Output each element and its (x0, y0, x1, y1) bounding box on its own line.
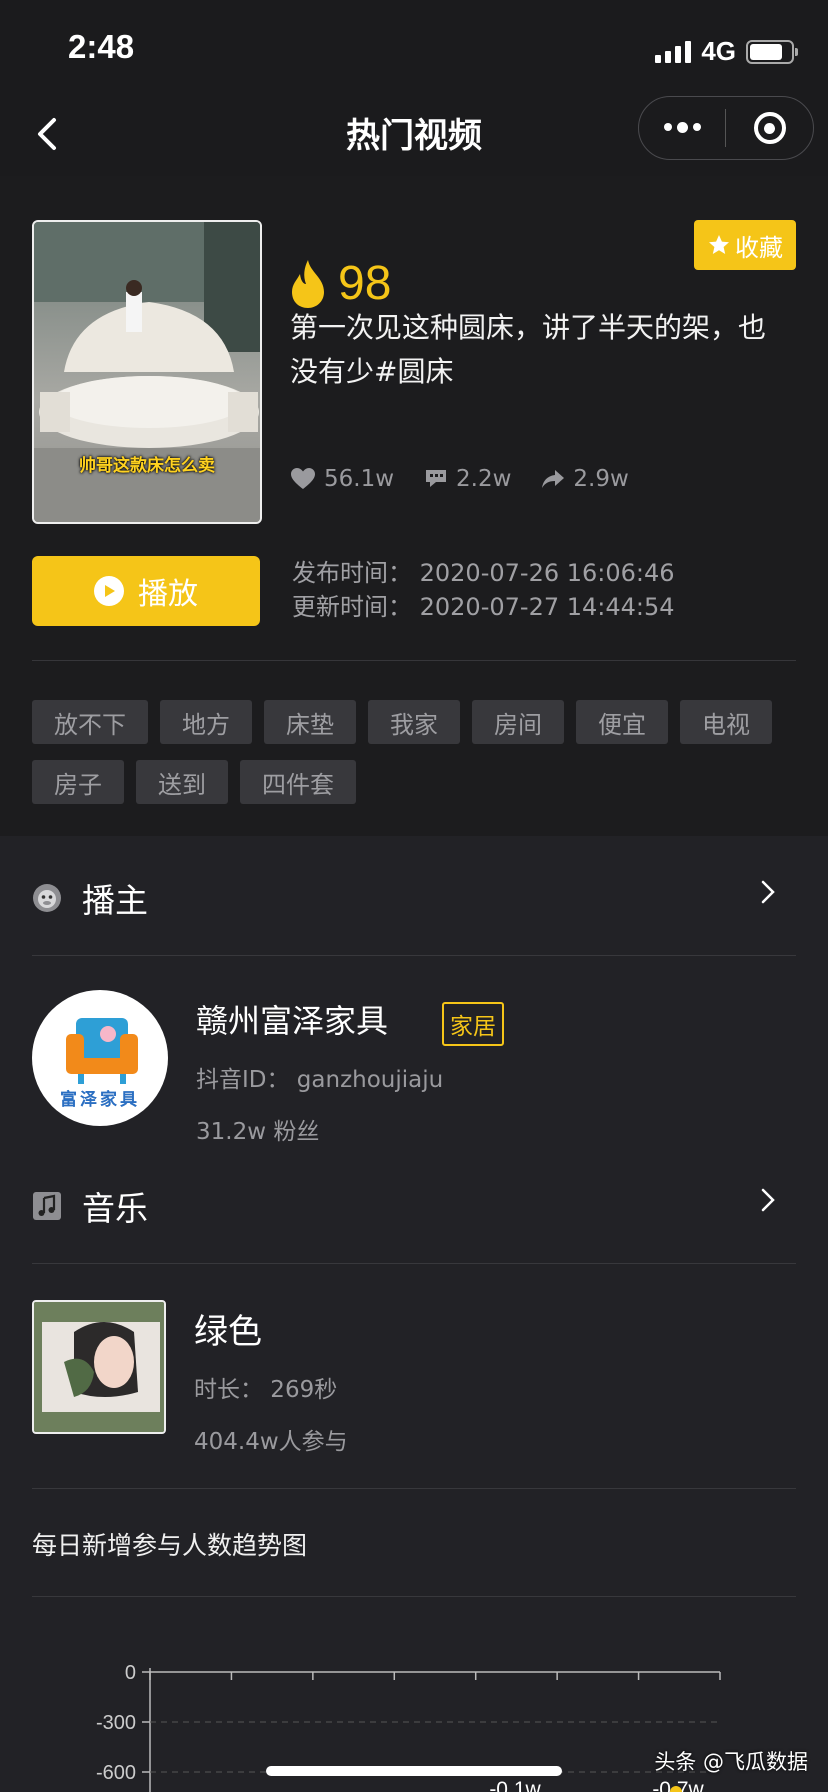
music-note-icon (33, 1192, 61, 1220)
author-douyin-id: 抖音ID： ganzhoujiaju (196, 1067, 444, 1093)
comments-stat: 2.2w (424, 466, 511, 492)
comments-count: 2.2w (456, 466, 512, 492)
chevron-right-icon (761, 1188, 775, 1212)
y-tick-label: -300 (96, 1712, 136, 1734)
update-time: 更新时间： 2020-07-27 14:44:54 (292, 593, 675, 621)
tag-item[interactable]: 房间 (472, 700, 564, 744)
bed-illustration (34, 222, 260, 522)
music-cover-art (34, 1302, 164, 1432)
logo-text: 富泽家具 (60, 1090, 140, 1110)
more-icon[interactable] (639, 122, 725, 133)
status-indicators: 4G (655, 36, 798, 67)
tag-item[interactable]: 地方 (160, 700, 252, 744)
tag-item[interactable]: 放不下 (32, 700, 148, 744)
share-icon (542, 470, 565, 488)
music-section-title: 音乐 (82, 1189, 148, 1228)
divider (32, 955, 796, 956)
divider (32, 1596, 796, 1597)
video-thumbnail[interactable]: 帅哥这款床怎么卖 (32, 220, 262, 524)
divider (32, 1488, 796, 1489)
play-button[interactable]: 播放 (32, 556, 260, 626)
comment-icon (426, 470, 447, 487)
thumbnail-caption: 帅哥这款床怎么卖 (79, 456, 215, 476)
music-cover[interactable] (32, 1300, 166, 1434)
signal-icon (655, 40, 692, 63)
video-description: 第一次见这种圆床，讲了半天的架，也没有少#圆床 (290, 311, 767, 388)
tag-item[interactable]: 房子 (32, 760, 124, 804)
music-participants: 404.4w人参与 (194, 1429, 348, 1455)
publish-time: 发布时间： 2020-07-26 16:06:46 (292, 559, 675, 587)
chevron-right-icon (761, 880, 775, 904)
data-label: -0.1w (489, 1778, 541, 1792)
favorite-button[interactable]: 收藏 (694, 220, 796, 270)
battery-icon (746, 39, 798, 64)
y-tick-label: 0 (125, 1662, 136, 1684)
favorite-label: 收藏 (735, 233, 783, 262)
video-stats: 56.1w 2.2w 2.9w (290, 466, 629, 492)
watermark: 头条 @飞瓜数据 (654, 1750, 808, 1774)
tag-item[interactable]: 送到 (136, 760, 228, 804)
category-badge: 家居 (442, 1002, 504, 1046)
star-icon (709, 235, 729, 254)
tag-item[interactable]: 我家 (368, 700, 460, 744)
y-tick-label: -600 (96, 1762, 136, 1784)
music-section-header[interactable]: 音乐 (32, 1166, 796, 1246)
network-type: 4G (701, 36, 736, 66)
target-icon (753, 112, 786, 144)
heat-value: 98 (338, 257, 392, 310)
status-bar: 2:48 4G (0, 0, 828, 90)
likes-count: 56.1w (324, 466, 395, 492)
author-fans: 31.2w 粉丝 (196, 1119, 320, 1145)
tag-list: 放不下 地方 床垫 我家 房间 便宜 电视 房子 送到 四件套 (32, 700, 796, 804)
play-icon (94, 576, 124, 606)
video-card: 帅哥这款床怎么卖 收藏 98 第一次见这种圆床，讲了半天的架，也没有少#圆床 5… (0, 176, 828, 836)
author-avatar[interactable]: 富泽家具 (32, 990, 168, 1126)
nav-bar: 热门视频 (0, 90, 828, 176)
mini-program-capsule (638, 96, 814, 160)
author-section-header[interactable]: 播主 (32, 858, 796, 938)
tag-item[interactable]: 便宜 (576, 700, 668, 744)
video-dates: 发布时间： 2020-07-26 16:06:46 更新时间： 2020-07-… (292, 556, 675, 624)
music-name[interactable]: 绿色 (194, 1304, 262, 1353)
heat-score: 98 (288, 256, 391, 311)
shares-count: 2.9w (573, 466, 629, 492)
status-time: 2:48 (68, 28, 135, 65)
tag-item[interactable]: 四件套 (240, 760, 356, 804)
monkey-icon (33, 884, 61, 912)
play-label: 播放 (138, 577, 198, 612)
divider (32, 660, 796, 661)
tag-item[interactable]: 床垫 (264, 700, 356, 744)
fire-icon (292, 259, 324, 308)
close-mini-program-button[interactable] (726, 112, 813, 144)
home-indicator[interactable] (266, 1766, 562, 1776)
author-name[interactable]: 赣州富泽家具 (196, 996, 388, 1042)
likes-stat: 56.1w (290, 466, 394, 492)
shares-stat: 2.9w (541, 466, 629, 492)
tag-item[interactable]: 电视 (680, 700, 772, 744)
divider (32, 1263, 796, 1264)
heart-icon (291, 468, 315, 489)
trend-title: 每日新增参与人数趋势图 (32, 1531, 308, 1560)
author-section-title: 播主 (82, 881, 148, 920)
music-duration: 时长： 269秒 (194, 1377, 338, 1403)
